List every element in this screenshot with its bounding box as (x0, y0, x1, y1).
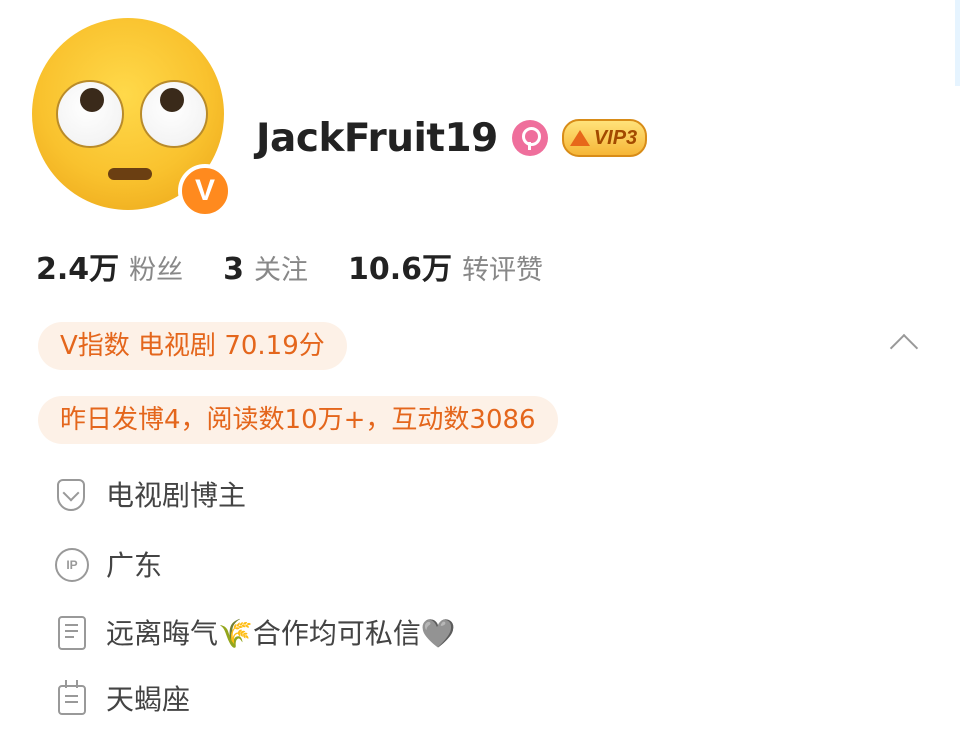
info-label-ip: 广东 (106, 549, 163, 582)
crown-icon (569, 130, 590, 146)
stat-following[interactable]: 3 关注 (223, 248, 308, 287)
info-item-bio: 远离晦气🌾合作均可私信🩶 (54, 612, 456, 652)
vip-label: VIP3 (593, 126, 638, 149)
stat-label: 粉丝 (129, 255, 184, 286)
calendar-icon (54, 680, 88, 715)
stat-label: 转评赞 (462, 255, 544, 286)
info-item-zodiac: 天蝎座 (54, 678, 190, 718)
ip-icon: IP (54, 547, 89, 582)
mouth (108, 168, 152, 180)
profile-page: V JackFruit19 VIP3 2.4万 粉丝 3 关注 10.6万 转评… (0, 0, 960, 732)
yesterday-stats-chip[interactable]: 昨日发博4，阅读数10万+，互动数3086 (38, 396, 558, 444)
edge-strip (955, 0, 960, 86)
username: JackFruit19 (256, 115, 498, 161)
info-label-tag: 电视剧博主 (106, 479, 247, 512)
info-label-bio: 远离晦气🌾合作均可私信🩶 (106, 617, 456, 650)
info-item-tag[interactable]: 电视剧博主 (54, 474, 246, 514)
stat-interactions[interactable]: 10.6万 转评赞 (348, 244, 543, 288)
verified-v-icon: V (178, 164, 232, 218)
shield-v-icon (54, 477, 88, 511)
stat-followers[interactable]: 2.4万 粉丝 (36, 244, 183, 288)
info-label-zodiac: 天蝎座 (106, 683, 191, 716)
female-icon (511, 120, 548, 156)
avatar[interactable]: V (32, 18, 232, 218)
v-index-chip[interactable]: V指数 电视剧 70.19分 (38, 322, 347, 370)
stats-row: 2.4万 粉丝 3 关注 10.6万 转评赞 (36, 244, 583, 288)
document-icon (54, 615, 88, 650)
stat-value: 3 (223, 252, 245, 287)
vip-badge[interactable]: VIP3 (561, 119, 648, 157)
chevron-up-icon[interactable] (889, 333, 919, 363)
left-eye (56, 80, 124, 148)
stat-value: 10.6万 (348, 252, 453, 287)
name-row: JackFruit19 VIP3 (256, 112, 648, 164)
stat-label: 关注 (254, 255, 309, 286)
stat-value: 2.4万 (36, 252, 120, 287)
info-item-ip: IP 广东 (54, 544, 162, 584)
right-eye (140, 80, 208, 148)
